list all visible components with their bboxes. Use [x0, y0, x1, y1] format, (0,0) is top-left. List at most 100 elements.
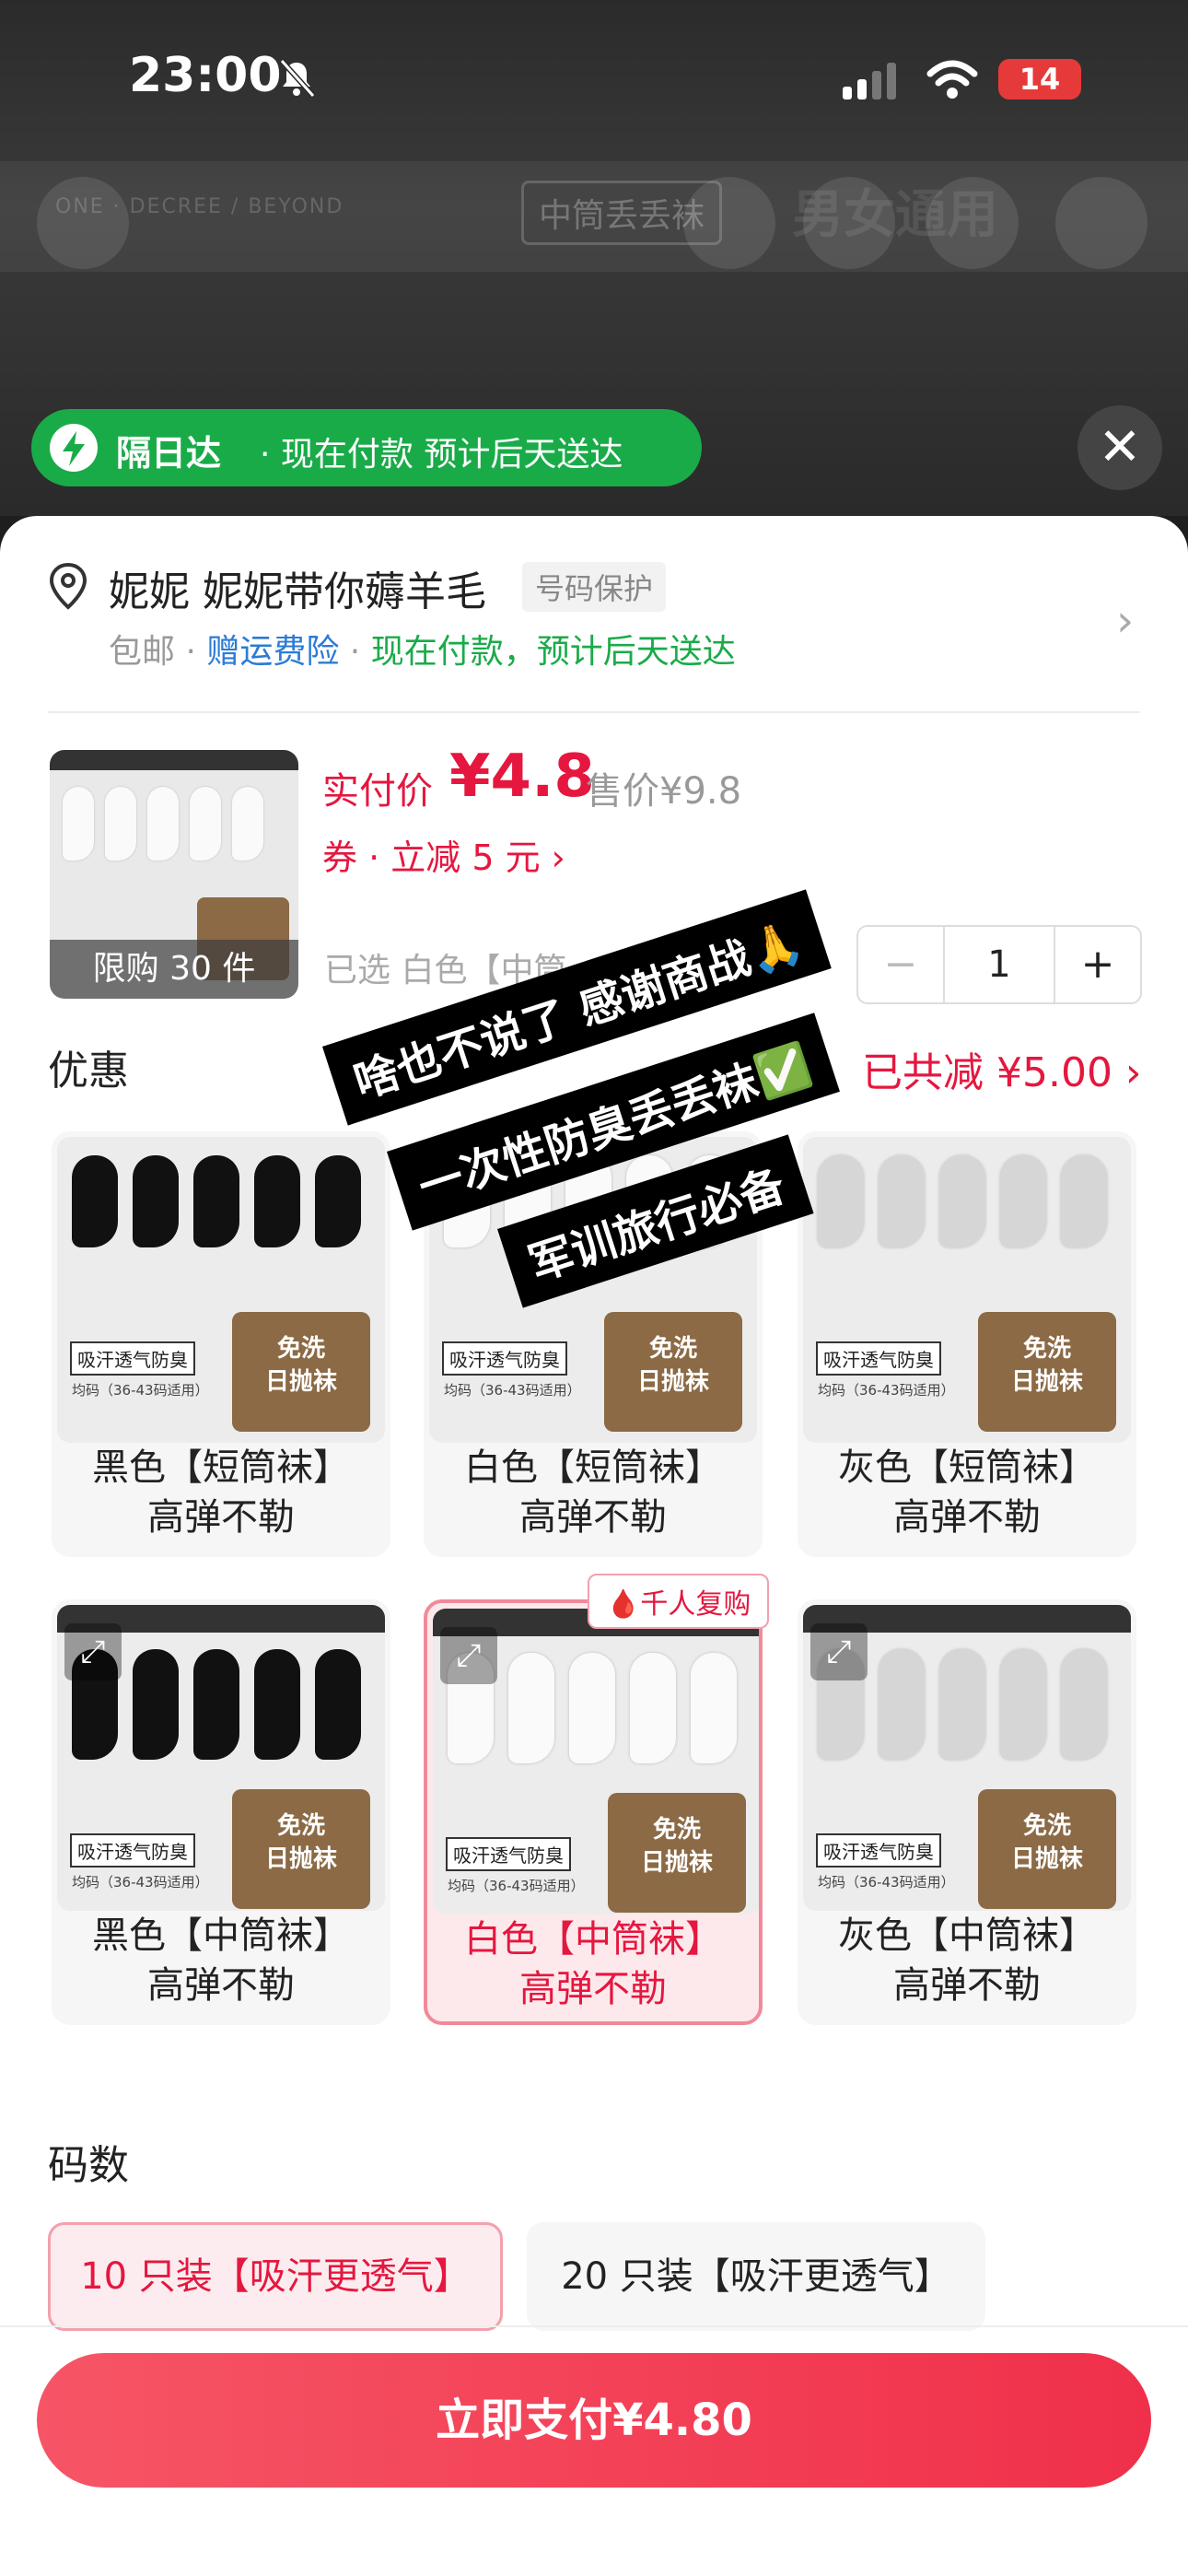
expand-icon[interactable]: ⤢ [64, 1623, 122, 1680]
variant-card[interactable]: 吸汗透气防臭 均码（36-43码适用） 免洗 日抛袜 ⤢ 白色【中筒袜】 高弹不勒 [424, 1599, 763, 2025]
variant-image: 吸汗透气防臭 均码（36-43码适用） 免洗 日抛袜 ⤢ [433, 1609, 759, 1914]
repurchase-badge: 🩸千人复购 [588, 1574, 770, 1629]
quantity-value[interactable]: 1 [945, 927, 1054, 1002]
pack-label: 免洗 [652, 1816, 701, 1844]
variant-feature: 高弹不勒 [893, 1964, 1041, 2007]
delivery-banner: 隔日达 · 现在付款 预计后天送达 [31, 409, 702, 486]
status-time: 23:00 [129, 48, 282, 103]
wifi-icon [926, 60, 978, 99]
variant-label: 黑色【中筒袜】 高弹不勒 [52, 1911, 390, 2010]
sock-shape [818, 1155, 864, 1247]
variant-label: 灰色【中筒袜】 高弹不勒 [798, 1911, 1136, 2010]
lightning-icon [50, 424, 98, 472]
variant-card[interactable]: 吸汗透气防臭均码（36-43码适用） 免洗日抛袜 ⤢ 黑色【中筒袜】 高弹不勒 [52, 1599, 390, 2025]
original-price: 售价¥9.8 [586, 770, 742, 813]
pack-label: 日抛袜 [264, 1845, 337, 1873]
signal-icon [843, 63, 896, 100]
pack-tag: 吸汗透气防臭 [70, 1833, 195, 1868]
pack-tag: 吸汗透气防臭 [816, 1341, 941, 1376]
pay-now-button[interactable]: 立即支付¥4.80 [37, 2353, 1151, 2488]
pack-size-note: 均码（36-43码适用） [818, 1874, 955, 1891]
sock-shape [879, 1649, 925, 1760]
variant-feature: 高弹不勒 [519, 1496, 667, 1539]
variant-label: 白色【短筒袜】 高弹不勒 [424, 1443, 763, 1542]
pack-label: 日抛袜 [264, 1368, 337, 1396]
number-protect-badge: 号码保护 [522, 562, 667, 612]
battery-indicator: 14 [998, 59, 1081, 100]
sock-shape [193, 1155, 239, 1247]
size-option-10[interactable]: 10 只装【吸汗更透气】 [48, 2222, 503, 2331]
discount-title: 优惠 [48, 1048, 129, 1095]
pay-price: ¥4.8 [449, 743, 595, 811]
sock-shape [691, 1653, 737, 1763]
variant-feature: 高弹不勒 [147, 1964, 295, 2007]
pack-tag: 吸汗透气防臭 [442, 1341, 567, 1376]
variant-name: 黑色【短筒袜】 [92, 1446, 350, 1489]
chevron-right-icon: › [1116, 595, 1135, 647]
variant-name: 白色【中筒袜】 [464, 1918, 722, 1961]
sock-shape [939, 1155, 985, 1247]
expand-icon[interactable]: ⤢ [440, 1627, 497, 1684]
sock-pack: 免洗 日抛袜 [978, 1789, 1116, 1909]
pack-label: 日抛袜 [1010, 1368, 1083, 1396]
back-icon [37, 177, 129, 269]
variant-card[interactable]: 吸汗透气防臭 均码（36-43码适用） 免洗 日抛袜 黑色【短筒袜】 高弹不勒 [52, 1131, 390, 1557]
variant-name: 灰色【中筒袜】 [838, 1914, 1096, 1957]
sock-shape [254, 1155, 300, 1247]
sock-shape [1061, 1649, 1107, 1760]
sock-pack: 免洗 日抛袜 [232, 1312, 370, 1432]
pay-price-label: 实付价 [322, 770, 433, 813]
pack-label: 日抛袜 [640, 1849, 713, 1877]
search-icon [683, 177, 775, 269]
delivery-estimate: · 现在付款 预计后天送达 [260, 436, 623, 474]
sock-shape [315, 1649, 361, 1760]
decrease-button[interactable]: − [858, 927, 945, 1002]
share-icon [926, 177, 1019, 269]
coupon-link[interactable]: 券 · 立减 5 元 › [322, 829, 565, 880]
pack-size-note: 均码（36-43码适用） [72, 1874, 209, 1891]
size-option-20[interactable]: 20 只装【吸汗更透气】 [527, 2222, 985, 2331]
sock-shape [133, 1155, 179, 1247]
shipping-insurance: 赠运费险 [206, 633, 340, 671]
pack-tag: 吸汗透气防臭 [816, 1833, 941, 1868]
sock-shape [193, 1649, 239, 1760]
close-button[interactable]: ✕ [1077, 405, 1162, 490]
pack-label: 免洗 [276, 1812, 325, 1840]
arrival-estimate: 现在付款，预计后天送达 [370, 633, 736, 671]
free-shipping: 包邮 · [109, 633, 207, 671]
sock-pack: 免洗 日抛袜 [232, 1789, 370, 1909]
sock-shape [315, 1155, 361, 1247]
sock-shape [133, 1649, 179, 1760]
footer-divider [0, 2325, 1188, 2327]
variant-feature: 高弹不勒 [893, 1496, 1041, 1539]
increase-button[interactable]: + [1054, 927, 1140, 1002]
sock-shape [879, 1155, 925, 1247]
sock-pack: 免洗 日抛袜 [608, 1793, 746, 1913]
variant-feature: 高弹不勒 [147, 1496, 295, 1539]
variant-card[interactable]: 吸汗透气防臭 均码（36-43码适用） 免洗 日抛袜 灰色【短筒袜】 高弹不勒 [798, 1131, 1136, 1557]
pack-label: 免洗 [1022, 1812, 1071, 1840]
variant-label: 白色【中筒袜】 高弹不勒 [427, 1914, 759, 2014]
sock-shape [1000, 1155, 1046, 1247]
pack-size-note: 均码（36-43码适用） [444, 1382, 581, 1399]
sock-shape [630, 1653, 676, 1763]
purchase-limit-badge: 限购 30 件 [50, 940, 298, 999]
sock-shape [939, 1649, 985, 1760]
expand-icon[interactable]: ⤢ [810, 1623, 868, 1680]
discount-total[interactable]: 已共减 ¥5.00 › [862, 1039, 1142, 1098]
variant-image: 吸汗透气防臭 均码（36-43码适用） 免洗 日抛袜 [803, 1137, 1131, 1443]
variant-image: 吸汗透气防臭均码（36-43码适用） 免洗日抛袜 ⤢ [57, 1605, 385, 1911]
more-icon [1055, 177, 1147, 269]
sock-shape [569, 1653, 615, 1763]
variant-image: 吸汗透气防臭均码（36-43码适用） 免洗 日抛袜 ⤢ [803, 1605, 1131, 1911]
close-icon: ✕ [1098, 417, 1142, 477]
pack-label: 免洗 [276, 1335, 325, 1363]
variant-name: 灰色【短筒袜】 [838, 1446, 1096, 1489]
variant-label: 黑色【短筒袜】 高弹不勒 [52, 1443, 390, 1542]
bell-off-icon [279, 58, 316, 98]
variant-name: 黑色【中筒袜】 [92, 1914, 350, 1957]
address-row[interactable]: 妮妮 妮妮带你薅羊毛 号码保护 包邮 · 赠运费险 · 现在付款，预计后天送达 … [48, 562, 1144, 691]
variant-card[interactable]: 吸汗透气防臭均码（36-43码适用） 免洗 日抛袜 ⤢ 灰色【中筒袜】 高弹不勒 [798, 1599, 1136, 2025]
sock-shape [508, 1653, 554, 1763]
star-icon [803, 177, 895, 269]
